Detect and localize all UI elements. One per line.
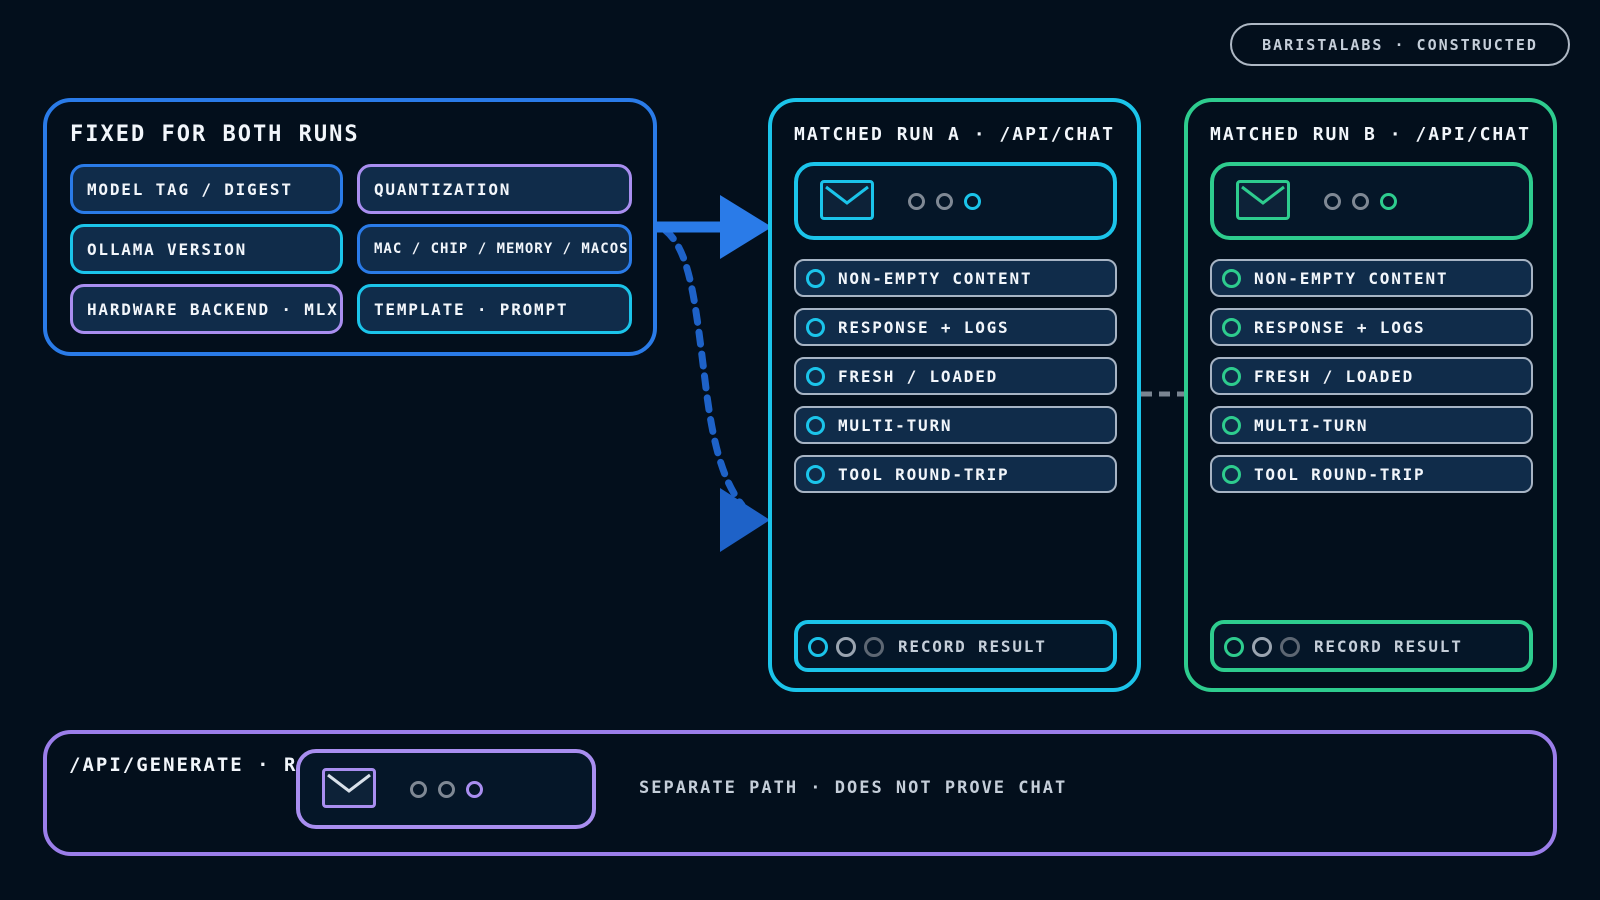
status-dot-icon: [864, 637, 884, 657]
diagram-canvas: BARISTALABS · CONSTRUCTED FIXED FOR BOTH…: [0, 0, 1600, 900]
run-a-check-label: RESPONSE + LOGS: [838, 317, 1010, 337]
run-b-title: MATCHED RUN B · /API/CHAT: [1210, 124, 1531, 145]
status-dot-active-icon: [1224, 637, 1244, 657]
envelope-icon: [1236, 180, 1290, 220]
status-dot-icon: [936, 193, 953, 210]
dashed-link-arrow: [661, 226, 746, 509]
status-dot-icon: [908, 193, 925, 210]
run-a-check-label: MULTI-TURN: [838, 415, 953, 435]
generate-message-block: [296, 749, 596, 829]
run-a-record-result: RECORD RESULT: [794, 620, 1117, 672]
run-a-check-item: RESPONSE + LOGS: [794, 308, 1117, 346]
run-b-check-label: RESPONSE + LOGS: [1254, 317, 1426, 337]
status-dot-active-icon: [1380, 193, 1397, 210]
envelope-icon: [322, 768, 376, 808]
check-ring-icon: [806, 367, 825, 386]
check-ring-icon: [806, 318, 825, 337]
run-b-check-label: TOOL ROUND-TRIP: [1254, 464, 1426, 484]
run-a-check-label: NON-EMPTY CONTENT: [838, 268, 1033, 288]
check-ring-icon: [1222, 318, 1241, 337]
run-a-record-label: RECORD RESULT: [898, 636, 1047, 656]
run-a-check-item: MULTI-TURN: [794, 406, 1117, 444]
status-dot-icon: [836, 637, 856, 657]
matched-run-a-panel: MATCHED RUN A · /API/CHAT NON-EMPTY CONT…: [768, 98, 1141, 692]
check-ring-icon: [806, 269, 825, 288]
status-dot-active-icon: [466, 781, 483, 798]
check-ring-icon: [1222, 416, 1241, 435]
status-dot-icon: [438, 781, 455, 798]
status-dot-active-icon: [964, 193, 981, 210]
chip-template-prompt: TEMPLATE · PROMPT: [357, 284, 632, 334]
run-b-record-result: RECORD RESULT: [1210, 620, 1533, 672]
run-b-check-label: MULTI-TURN: [1254, 415, 1369, 435]
solid-arrow-head-icon: [720, 195, 772, 259]
run-a-check-label: FRESH / LOADED: [838, 366, 999, 386]
chip-model-tag-digest: MODEL TAG / DIGEST: [70, 164, 343, 214]
fixed-panel-title: FIXED FOR BOTH RUNS: [70, 122, 360, 147]
run-b-record-label: RECORD RESULT: [1314, 636, 1463, 656]
run-b-check-item: FRESH / LOADED: [1210, 357, 1533, 395]
dashed-arrow-head-icon: [720, 488, 770, 552]
run-a-message-block: [794, 162, 1117, 240]
chip-mac-chip-memory-macos: MAC / CHIP / MEMORY / MACOS: [357, 224, 632, 274]
status-dot-icon: [410, 781, 427, 798]
status-dot-icon: [1352, 193, 1369, 210]
generate-title: /API/GENERATE · RA: [69, 754, 311, 776]
run-b-check-item: MULTI-TURN: [1210, 406, 1533, 444]
run-a-check-item: TOOL ROUND-TRIP: [794, 455, 1117, 493]
run-a-check-item: FRESH / LOADED: [794, 357, 1117, 395]
generate-note: SEPARATE PATH · DOES NOT PROVE CHAT: [639, 778, 1068, 798]
status-dot-icon: [1324, 193, 1341, 210]
chip-quantization: QUANTIZATION: [357, 164, 632, 214]
chip-ollama-version: OLLAMA VERSION: [70, 224, 343, 274]
run-b-check-item: TOOL ROUND-TRIP: [1210, 455, 1533, 493]
check-ring-icon: [806, 416, 825, 435]
status-dot-active-icon: [808, 637, 828, 657]
api-generate-panel: /API/GENERATE · RA SEPARATE PATH · DOES …: [43, 730, 1557, 856]
status-dot-icon: [1280, 637, 1300, 657]
run-b-check-label: NON-EMPTY CONTENT: [1254, 268, 1449, 288]
check-ring-icon: [1222, 269, 1241, 288]
run-a-title: MATCHED RUN A · /API/CHAT: [794, 124, 1115, 145]
check-ring-icon: [806, 465, 825, 484]
run-a-check-item: NON-EMPTY CONTENT: [794, 259, 1117, 297]
status-dot-icon: [1252, 637, 1272, 657]
envelope-icon: [820, 180, 874, 220]
check-ring-icon: [1222, 465, 1241, 484]
check-ring-icon: [1222, 367, 1241, 386]
run-b-check-item: NON-EMPTY CONTENT: [1210, 259, 1533, 297]
matched-run-b-panel: MATCHED RUN B · /API/CHAT NON-EMPTY CONT…: [1184, 98, 1557, 692]
run-b-check-label: FRESH / LOADED: [1254, 366, 1415, 386]
fixed-for-both-runs-panel: FIXED FOR BOTH RUNS MODEL TAG / DIGEST Q…: [43, 98, 657, 356]
run-a-check-label: TOOL ROUND-TRIP: [838, 464, 1010, 484]
run-b-check-item: RESPONSE + LOGS: [1210, 308, 1533, 346]
run-b-message-block: [1210, 162, 1533, 240]
chip-hardware-backend-mlx: HARDWARE BACKEND · MLX: [70, 284, 343, 334]
